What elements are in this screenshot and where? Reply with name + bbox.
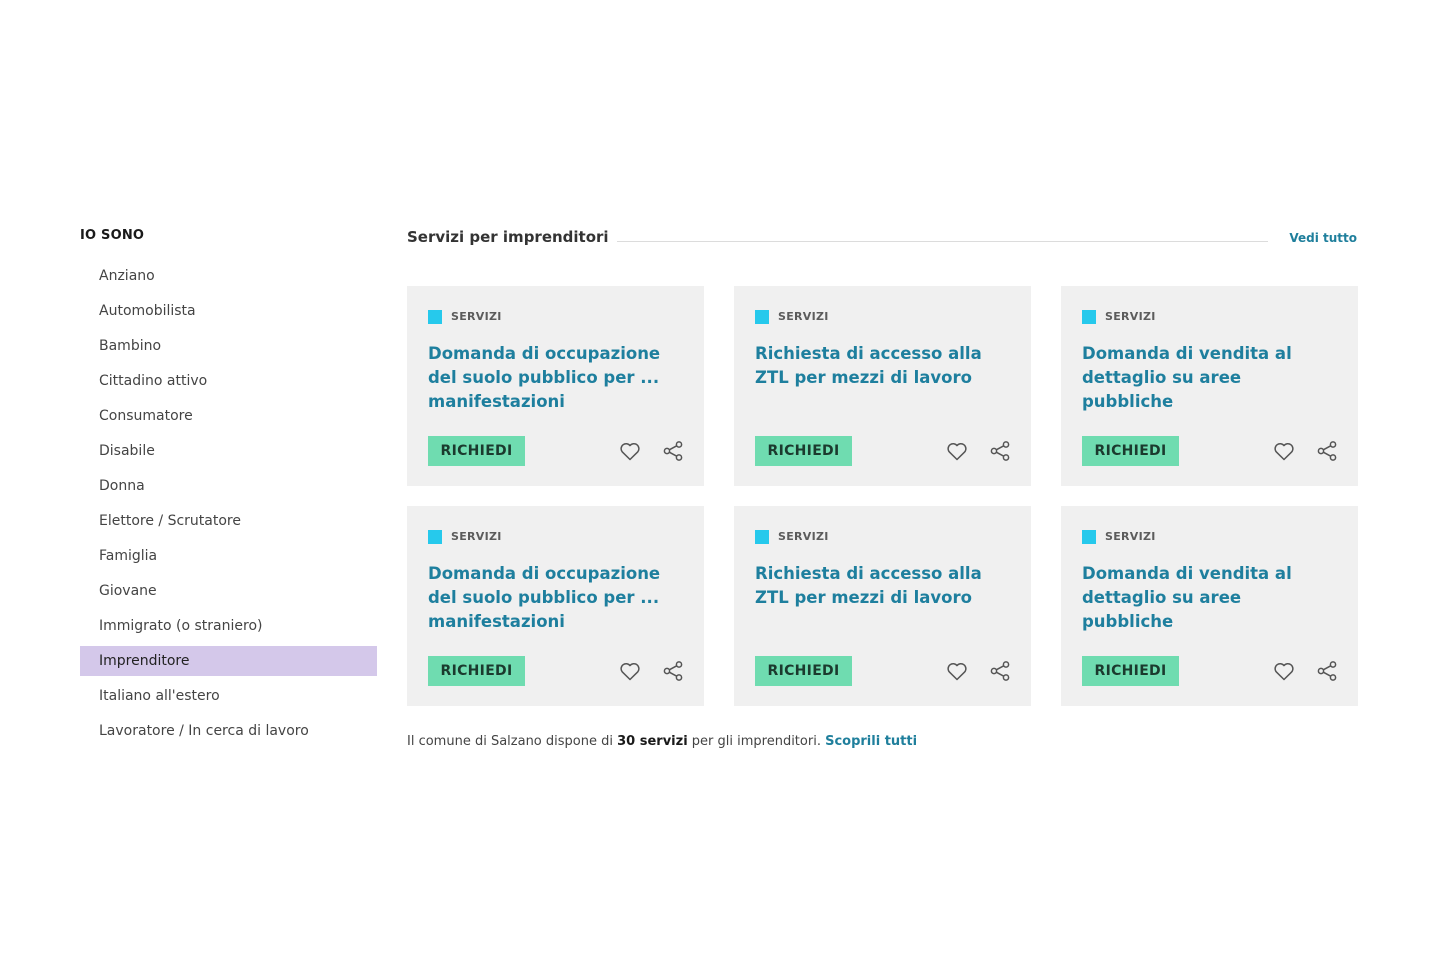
category-label: SERVIZI (778, 310, 829, 323)
sidebar-item-consumatore[interactable]: Consumatore (80, 401, 377, 431)
share-icon[interactable] (988, 659, 1012, 683)
heart-icon[interactable] (1272, 439, 1296, 463)
category-label: SERVIZI (451, 530, 502, 543)
request-button[interactable]: RICHIEDI (1082, 436, 1179, 466)
sidebar-item-disabile[interactable]: Disabile (80, 436, 377, 466)
card-title-link[interactable]: Domanda di occupazione del suolo pubblic… (428, 342, 668, 414)
category-label: SERVIZI (778, 530, 829, 543)
card-category: SERVIZI (428, 530, 502, 544)
sidebar-item-imprenditore[interactable]: Imprenditore (80, 646, 377, 676)
request-button[interactable]: RICHIEDI (755, 656, 852, 686)
card-category: SERVIZI (1082, 530, 1156, 544)
sidebar: IO SONO Anziano Automobilista Bambino Ci… (80, 226, 377, 751)
sidebar-item-lavoratore[interactable]: Lavoratore / In cerca di lavoro (80, 716, 377, 746)
category-square-icon (755, 310, 769, 324)
request-button[interactable]: RICHIEDI (1082, 656, 1179, 686)
summary-count: 30 servizi (617, 734, 688, 749)
category-square-icon (1082, 310, 1096, 324)
discover-all-link[interactable]: Scoprili tutti (825, 734, 917, 749)
share-icon[interactable] (988, 439, 1012, 463)
sidebar-item-anziano[interactable]: Anziano (80, 261, 377, 291)
card-category: SERVIZI (755, 310, 829, 324)
sidebar-item-cittadino-attivo[interactable]: Cittadino attivo (80, 366, 377, 396)
sidebar-item-automobilista[interactable]: Automobilista (80, 296, 377, 326)
service-card: SERVIZI Domanda di vendita al dettaglio … (1061, 286, 1358, 486)
sidebar-title: IO SONO (80, 228, 145, 243)
section-title: Servizi per imprenditori (407, 228, 609, 246)
card-title-link[interactable]: Richiesta di accesso alla ZTL per mezzi … (755, 562, 995, 634)
share-icon[interactable] (661, 439, 685, 463)
category-label: SERVIZI (1105, 310, 1156, 323)
sidebar-item-italiano-estero[interactable]: Italiano all'estero (80, 681, 377, 711)
service-card: SERVIZI Domanda di vendita al dettaglio … (1061, 506, 1358, 706)
section-divider (617, 241, 1268, 242)
category-square-icon (1082, 530, 1096, 544)
heart-icon[interactable] (1272, 659, 1296, 683)
sidebar-item-immigrato[interactable]: Immigrato (o straniero) (80, 611, 377, 641)
request-button[interactable]: RICHIEDI (428, 436, 525, 466)
category-square-icon (428, 310, 442, 324)
category-square-icon (428, 530, 442, 544)
card-title-link[interactable]: Domanda di vendita al dettaglio su aree … (1082, 342, 1322, 414)
share-icon[interactable] (661, 659, 685, 683)
service-card: SERVIZI Richiesta di accesso alla ZTL pe… (734, 286, 1031, 486)
service-card: SERVIZI Richiesta di accesso alla ZTL pe… (734, 506, 1031, 706)
service-card: SERVIZI Domanda di occupazione del suolo… (407, 506, 704, 706)
heart-icon[interactable] (945, 439, 969, 463)
service-card: SERVIZI Domanda di occupazione del suolo… (407, 286, 704, 486)
share-icon[interactable] (1315, 659, 1339, 683)
card-category: SERVIZI (755, 530, 829, 544)
heart-icon[interactable] (618, 659, 642, 683)
services-summary: Il comune di Salzano dispone di 30 servi… (407, 732, 917, 752)
request-button[interactable]: RICHIEDI (755, 436, 852, 466)
category-square-icon (755, 530, 769, 544)
card-title-link[interactable]: Domanda di occupazione del suolo pubblic… (428, 562, 668, 634)
see-all-link[interactable]: Vedi tutto (1289, 229, 1357, 247)
heart-icon[interactable] (945, 659, 969, 683)
card-title-link[interactable]: Richiesta di accesso alla ZTL per mezzi … (755, 342, 995, 414)
category-label: SERVIZI (451, 310, 502, 323)
sidebar-list: Anziano Automobilista Bambino Cittadino … (80, 261, 377, 746)
category-label: SERVIZI (1105, 530, 1156, 543)
share-icon[interactable] (1315, 439, 1339, 463)
section-header: Servizi per imprenditori Vedi tutto (407, 226, 1358, 250)
sidebar-item-bambino[interactable]: Bambino (80, 331, 377, 361)
summary-prefix: Il comune di Salzano dispone di (407, 734, 618, 749)
heart-icon[interactable] (618, 439, 642, 463)
summary-suffix: per gli imprenditori. (687, 734, 826, 749)
sidebar-item-giovane[interactable]: Giovane (80, 576, 377, 606)
sidebar-item-donna[interactable]: Donna (80, 471, 377, 501)
card-category: SERVIZI (428, 310, 502, 324)
request-button[interactable]: RICHIEDI (428, 656, 525, 686)
sidebar-item-famiglia[interactable]: Famiglia (80, 541, 377, 571)
card-title-link[interactable]: Domanda di vendita al dettaglio su aree … (1082, 562, 1322, 634)
card-category: SERVIZI (1082, 310, 1156, 324)
sidebar-item-elettore-scrutatore[interactable]: Elettore / Scrutatore (80, 506, 377, 536)
services-section: Servizi per imprenditori Vedi tutto SERV… (407, 226, 1358, 749)
